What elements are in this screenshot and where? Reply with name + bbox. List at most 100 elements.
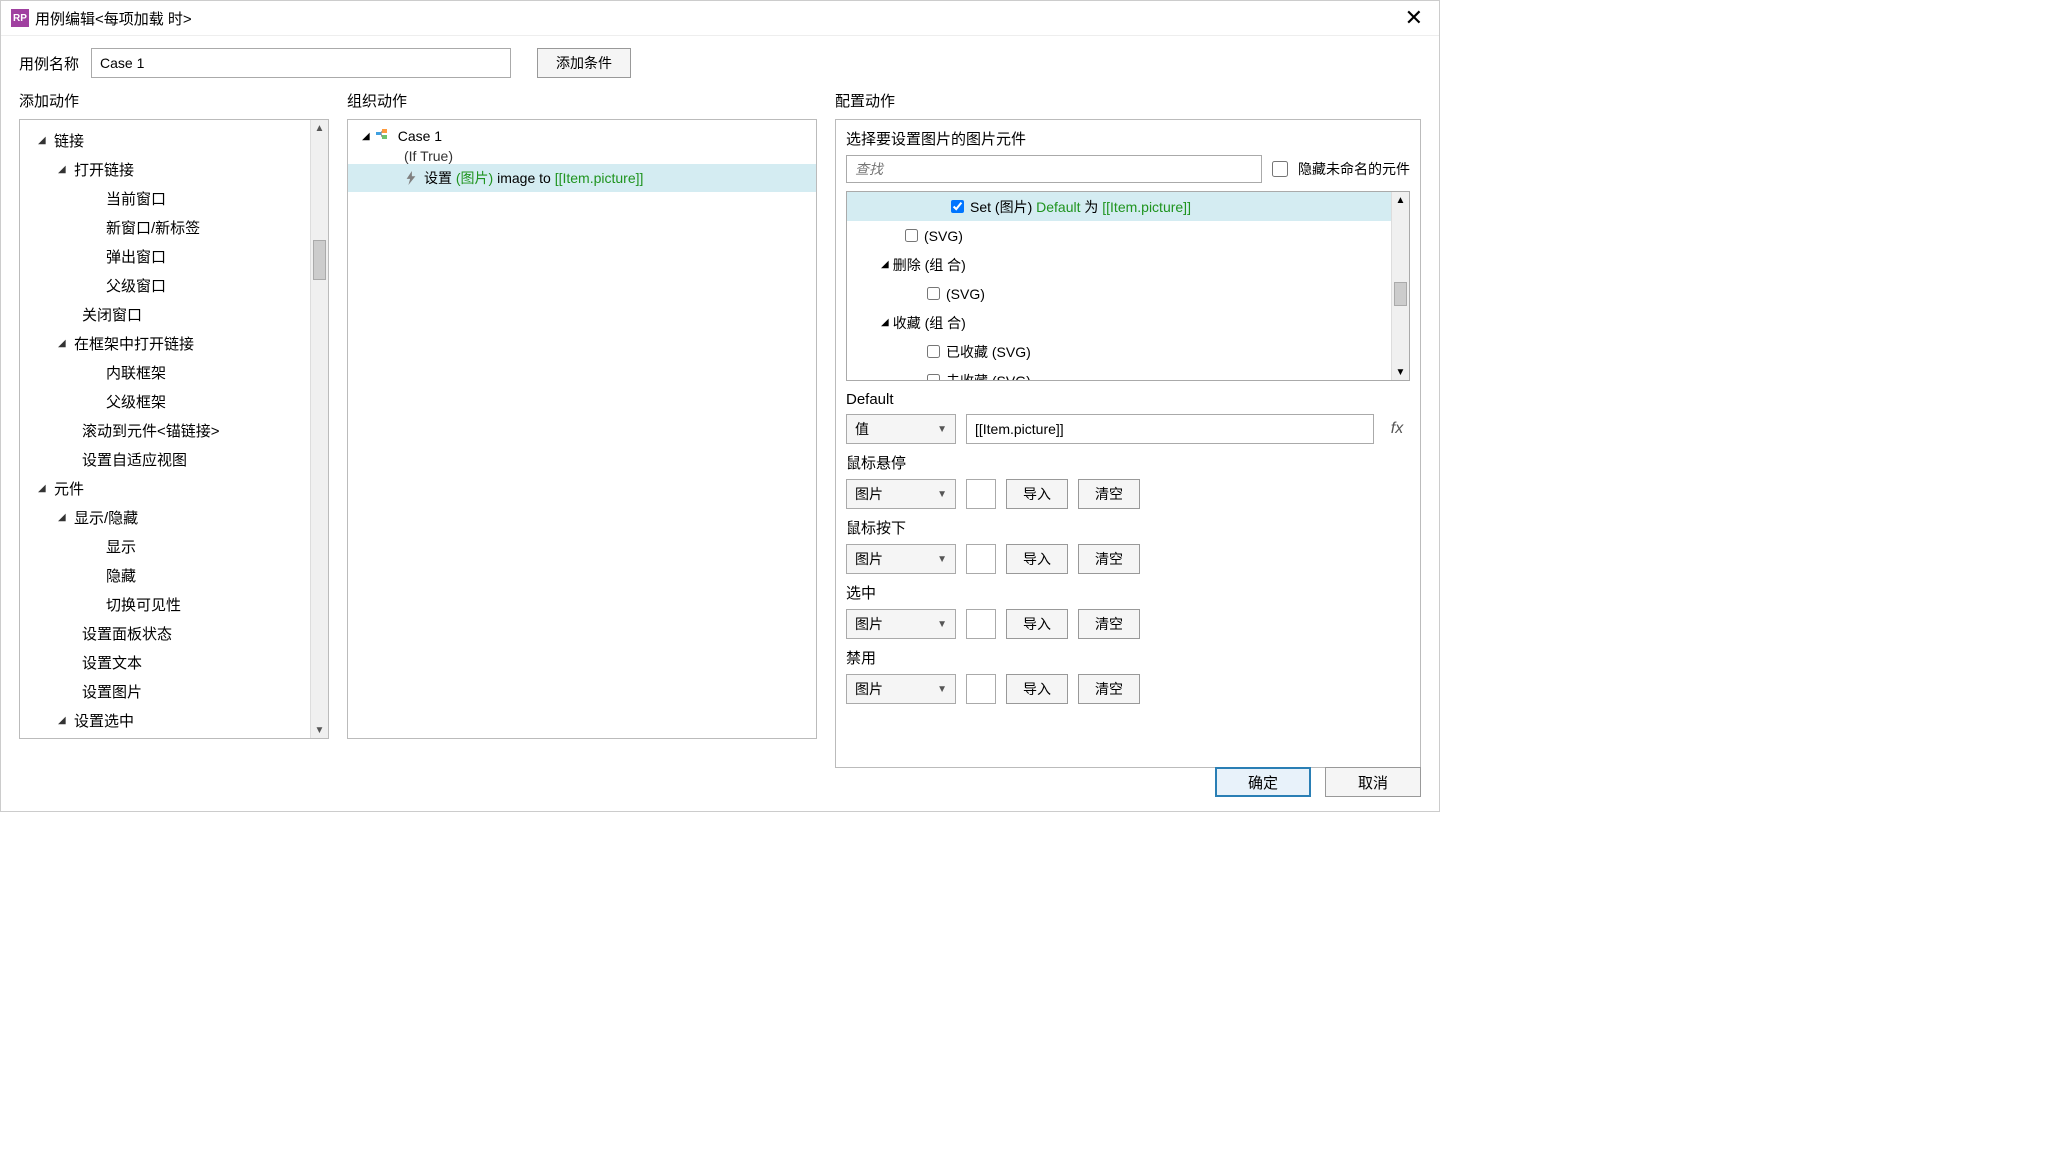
disabled-clear-button[interactable]: 清空 xyxy=(1078,674,1140,704)
add-condition-button[interactable]: 添加条件 xyxy=(537,48,631,78)
if-true-text: (If True) xyxy=(348,148,816,164)
scroll-thumb[interactable] xyxy=(313,240,326,280)
tree-new-window[interactable]: 新窗口/新标签 xyxy=(20,213,328,242)
tree-parent-frame[interactable]: 父级框架 xyxy=(20,387,328,416)
widget-row-favorite-group[interactable]: ◢ 收藏 (组 合) xyxy=(847,308,1409,337)
tree-set-text[interactable]: 设置文本 xyxy=(20,648,328,677)
hover-label: 鼠标悬停 xyxy=(846,452,1410,473)
mousedown-type-select[interactable]: 图片▼ xyxy=(846,544,956,574)
widget-row-set-image[interactable]: Set (图片) Default 为 [[Item.picture]] xyxy=(847,192,1409,221)
ok-button[interactable]: 确定 xyxy=(1215,767,1311,797)
lightning-icon xyxy=(404,171,418,185)
app-icon: RP xyxy=(11,9,29,27)
tree-show-hide[interactable]: ◢显示/隐藏 xyxy=(20,503,328,532)
disabled-type-select[interactable]: 图片▼ xyxy=(846,674,956,704)
widget-row-favorited[interactable]: 已收藏 (SVG) xyxy=(847,337,1409,366)
titlebar: RP 用例编辑<每项加载 时> ✕ xyxy=(1,1,1439,36)
tree-set-panel-state[interactable]: 设置面板状态 xyxy=(20,619,328,648)
tree-widgets[interactable]: ◢元件 xyxy=(20,474,328,503)
configure-action-header: 配置动作 xyxy=(835,90,1421,111)
tree-close-window[interactable]: 关闭窗口 xyxy=(20,300,328,329)
widget-row-svg2[interactable]: (SVG) xyxy=(847,279,1409,308)
default-value-input[interactable] xyxy=(966,414,1374,444)
left-scrollbar[interactable]: ▲ ▼ xyxy=(310,120,328,738)
default-label: Default xyxy=(846,391,1410,408)
hover-type-select[interactable]: 图片▼ xyxy=(846,479,956,509)
selected-label: 选中 xyxy=(846,582,1410,603)
chevron-down-icon: ▼ xyxy=(937,619,947,630)
tree-parent-window[interactable]: 父级窗口 xyxy=(20,271,328,300)
chevron-down-icon: ▼ xyxy=(937,684,947,695)
expand-icon[interactable]: ◢ xyxy=(881,317,889,328)
chevron-down-icon: ▼ xyxy=(937,424,947,435)
cancel-button[interactable]: 取消 xyxy=(1325,767,1421,797)
tree-set-adaptive[interactable]: 设置自适应视图 xyxy=(20,445,328,474)
tree-open-link[interactable]: ◢打开链接 xyxy=(20,155,328,184)
case-name-label: 用例名称 xyxy=(19,53,79,74)
case-icon xyxy=(376,129,392,143)
widget-tree: Set (图片) Default 为 [[Item.picture]] (SVG… xyxy=(846,191,1410,381)
widget-checkbox[interactable] xyxy=(951,200,964,213)
tree-current-window[interactable]: 当前窗口 xyxy=(20,184,328,213)
add-action-panel: ◢链接 ◢打开链接 当前窗口 新窗口/新标签 弹出窗口 父级窗口 关闭窗口 ◢在… xyxy=(19,119,329,739)
action-tree[interactable]: ◢链接 ◢打开链接 当前窗口 新窗口/新标签 弹出窗口 父级窗口 关闭窗口 ◢在… xyxy=(20,120,328,739)
disabled-label: 禁用 xyxy=(846,647,1410,668)
widget-checkbox[interactable] xyxy=(905,229,918,242)
fx-button[interactable]: fx xyxy=(1384,416,1410,442)
chevron-down-icon: ▼ xyxy=(937,554,947,565)
scroll-down-icon[interactable]: ▼ xyxy=(1392,364,1409,380)
tree-toggle[interactable]: 切换可见性 xyxy=(20,590,328,619)
case-row[interactable]: ◢ Case 1 xyxy=(348,124,816,148)
tree-scroll-to[interactable]: 滚动到元件<锚链接> xyxy=(20,416,328,445)
disabled-import-button[interactable]: 导入 xyxy=(1006,674,1068,704)
configure-action-panel: 选择要设置图片的图片元件 隐藏未命名的元件 Set (图片) Default 为… xyxy=(835,119,1421,768)
selected-swatch[interactable] xyxy=(966,609,996,639)
tree-set-selected[interactable]: ◢设置选中 xyxy=(20,706,328,735)
tree-popup-window[interactable]: 弹出窗口 xyxy=(20,242,328,271)
widget-row-svg1[interactable]: (SVG) xyxy=(847,221,1409,250)
selected-type-select[interactable]: 图片▼ xyxy=(846,609,956,639)
widget-row-unfavorited[interactable]: 未收藏 (SVG) xyxy=(847,366,1409,381)
dialog-title: 用例编辑<每项加载 时> xyxy=(35,8,1399,29)
add-action-header: 添加动作 xyxy=(19,90,329,111)
disabled-swatch[interactable] xyxy=(966,674,996,704)
scroll-up-icon[interactable]: ▲ xyxy=(311,120,328,136)
hide-unnamed-label: 隐藏未命名的元件 xyxy=(1298,159,1410,179)
hover-import-button[interactable]: 导入 xyxy=(1006,479,1068,509)
widget-tree-scrollbar[interactable]: ▲ ▼ xyxy=(1391,192,1409,380)
tree-inline-frame[interactable]: 内联框架 xyxy=(20,358,328,387)
widget-checkbox[interactable] xyxy=(927,287,940,300)
tree-show[interactable]: 显示 xyxy=(20,532,328,561)
expand-icon[interactable]: ◢ xyxy=(362,131,370,142)
hide-unnamed-checkbox[interactable] xyxy=(1272,161,1288,177)
widget-row-delete-group[interactable]: ◢ 删除 (组 合) xyxy=(847,250,1409,279)
action-text: 设置 (图片) image to [[Item.picture]] xyxy=(424,168,643,188)
selected-import-button[interactable]: 导入 xyxy=(1006,609,1068,639)
widget-checkbox[interactable] xyxy=(927,345,940,358)
scroll-down-icon[interactable]: ▼ xyxy=(311,722,328,738)
mousedown-clear-button[interactable]: 清空 xyxy=(1078,544,1140,574)
organize-action-panel: ◢ Case 1 (If True) 设置 (图片) image to [[It… xyxy=(347,119,817,739)
tree-set-image[interactable]: 设置图片 xyxy=(20,677,328,706)
scroll-up-icon[interactable]: ▲ xyxy=(1392,192,1409,208)
selected-clear-button[interactable]: 清空 xyxy=(1078,609,1140,639)
case-name-text: Case 1 xyxy=(398,128,442,144)
tree-open-in-frame[interactable]: ◢在框架中打开链接 xyxy=(20,329,328,358)
close-icon[interactable]: ✕ xyxy=(1399,5,1429,31)
hover-swatch[interactable] xyxy=(966,479,996,509)
widget-checkbox[interactable] xyxy=(927,374,940,381)
action-row[interactable]: 设置 (图片) image to [[Item.picture]] xyxy=(348,164,816,192)
tree-links[interactable]: ◢链接 xyxy=(20,126,328,155)
organize-action-header: 组织动作 xyxy=(347,90,817,111)
scroll-thumb[interactable] xyxy=(1394,282,1407,306)
case-name-input[interactable] xyxy=(91,48,511,78)
choose-widget-title: 选择要设置图片的图片元件 xyxy=(846,128,1410,149)
default-type-select[interactable]: 值▼ xyxy=(846,414,956,444)
mousedown-import-button[interactable]: 导入 xyxy=(1006,544,1068,574)
mousedown-swatch[interactable] xyxy=(966,544,996,574)
search-input[interactable] xyxy=(846,155,1262,183)
chevron-down-icon: ▼ xyxy=(937,489,947,500)
tree-hide[interactable]: 隐藏 xyxy=(20,561,328,590)
hover-clear-button[interactable]: 清空 xyxy=(1078,479,1140,509)
expand-icon[interactable]: ◢ xyxy=(881,259,889,270)
